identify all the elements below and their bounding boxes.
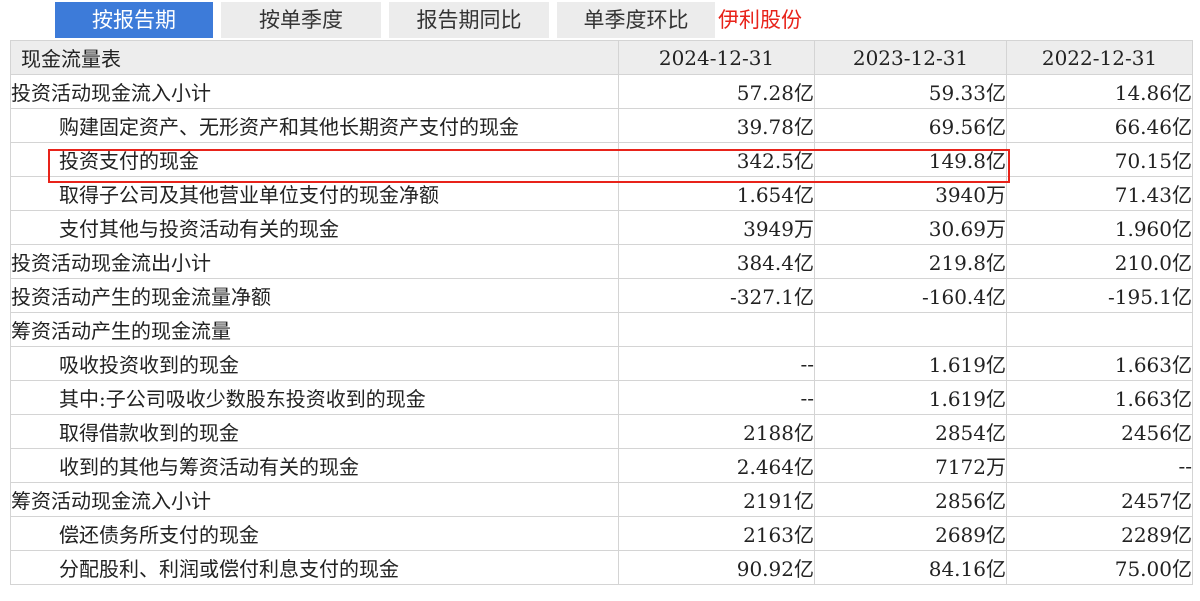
cell-value: 84.16亿 [814, 550, 1007, 585]
row-label: 取得子公司及其他营业单位支付的现金净额 [10, 176, 619, 211]
cell-value: 2163亿 [618, 516, 815, 551]
cell-value: 342.5亿 [618, 142, 815, 177]
cell-value: 70.15亿 [1006, 142, 1193, 177]
column-header[interactable]: 2024-12-31 [618, 40, 815, 75]
cell-value: -- [1006, 448, 1193, 483]
table-row[interactable]: 筹资活动产生的现金流量 [10, 312, 1193, 347]
table-row[interactable]: 分配股利、利润或偿付利息支付的现金 90.92亿 84.16亿 75.00亿 [10, 550, 1193, 585]
cell-value: 2289亿 [1006, 516, 1193, 551]
cell-value: 1.960亿 [1006, 210, 1193, 245]
table-row[interactable]: 收到的其他与筹资活动有关的现金 2.464亿 7172万 -- [10, 448, 1193, 483]
row-label: 投资活动现金流入小计 [10, 74, 619, 109]
cell-value: 59.33亿 [814, 74, 1007, 109]
report-tabs: 按报告期 按单季度 报告期同比 单季度环比 伊利股份 [0, 0, 1200, 40]
column-header[interactable]: 2022-12-31 [1006, 40, 1193, 75]
tab-qoq[interactable]: 单季度环比 [557, 2, 715, 38]
cell-value: 210.0亿 [1006, 244, 1193, 279]
cell-value: -- [618, 380, 815, 415]
cell-value: 1.619亿 [814, 380, 1007, 415]
row-label: 购建固定资产、无形资产和其他长期资产支付的现金 [10, 108, 619, 143]
table-row[interactable]: 吸收投资收到的现金 -- 1.619亿 1.663亿 [10, 346, 1193, 381]
table-row[interactable]: 支付其他与投资活动有关的现金 3949万 30.69万 1.960亿 [10, 210, 1193, 245]
row-label: 投资活动现金流出小计 [10, 244, 619, 279]
cell-value: 71.43亿 [1006, 176, 1193, 211]
cell-value: 2.464亿 [618, 448, 815, 483]
cell-value: 2854亿 [814, 414, 1007, 449]
cell-value: 2856亿 [814, 482, 1007, 517]
tab-yoy[interactable]: 报告期同比 [389, 2, 549, 38]
cell-value: 1.619亿 [814, 346, 1007, 381]
row-label: 吸收投资收到的现金 [10, 346, 619, 381]
cell-value: 2456亿 [1006, 414, 1193, 449]
cell-value: 57.28亿 [618, 74, 815, 109]
cell-value [1006, 312, 1193, 347]
table-row[interactable]: 投资活动现金流出小计 384.4亿 219.8亿 210.0亿 [10, 244, 1193, 279]
cash-flow-table: 现金流量表 2024-12-31 2023-12-31 2022-12-31 投… [10, 40, 1193, 585]
table-row[interactable]: 取得借款收到的现金 2188亿 2854亿 2456亿 [10, 414, 1193, 449]
cell-value: -- [618, 346, 815, 381]
row-label: 筹资活动产生的现金流量 [10, 312, 619, 347]
table-header-row: 现金流量表 2024-12-31 2023-12-31 2022-12-31 [10, 40, 1193, 75]
table-title: 现金流量表 [10, 40, 619, 75]
row-label: 投资活动产生的现金流量净额 [10, 278, 619, 313]
cell-value: 1.663亿 [1006, 380, 1193, 415]
cell-value: 7172万 [814, 448, 1007, 483]
column-header[interactable]: 2023-12-31 [814, 40, 1007, 75]
cell-value: 14.86亿 [1006, 74, 1193, 109]
table-row[interactable]: 投资活动产生的现金流量净额 -327.1亿 -160.4亿 -195.1亿 [10, 278, 1193, 313]
tab-by-report-period[interactable]: 按报告期 [55, 2, 213, 38]
cell-value: 384.4亿 [618, 244, 815, 279]
cell-value: 3940万 [814, 176, 1007, 211]
table-row[interactable]: 筹资活动现金流入小计 2191亿 2856亿 2457亿 [10, 482, 1193, 517]
cell-value: 2188亿 [618, 414, 815, 449]
cell-value: -327.1亿 [618, 278, 815, 313]
row-label: 分配股利、利润或偿付利息支付的现金 [10, 550, 619, 585]
cell-value: 2689亿 [814, 516, 1007, 551]
company-name: 伊利股份 [718, 8, 802, 32]
cell-value: 219.8亿 [814, 244, 1007, 279]
cell-value: 1.654亿 [618, 176, 815, 211]
row-label: 收到的其他与筹资活动有关的现金 [10, 448, 619, 483]
cell-value: -195.1亿 [1006, 278, 1193, 313]
table-row[interactable]: 投资活动现金流入小计 57.28亿 59.33亿 14.86亿 [10, 74, 1193, 109]
cell-value: 75.00亿 [1006, 550, 1193, 585]
cell-value: -160.4亿 [814, 278, 1007, 313]
cell-value: 39.78亿 [618, 108, 815, 143]
row-label: 其中:子公司吸收少数股东投资收到的现金 [10, 380, 619, 415]
table-row[interactable]: 取得子公司及其他营业单位支付的现金净额 1.654亿 3940万 71.43亿 [10, 176, 1193, 211]
table-row[interactable]: 其中:子公司吸收少数股东投资收到的现金 -- 1.619亿 1.663亿 [10, 380, 1193, 415]
cell-value: 3949万 [618, 210, 815, 245]
cell-value: 1.663亿 [1006, 346, 1193, 381]
cell-value: 90.92亿 [618, 550, 815, 585]
table-row[interactable]: 购建固定资产、无形资产和其他长期资产支付的现金 39.78亿 69.56亿 66.46… [10, 108, 1193, 143]
table-row[interactable]: 偿还债务所支付的现金 2163亿 2689亿 2289亿 [10, 516, 1193, 551]
cell-value [618, 312, 815, 347]
cell-value: 66.46亿 [1006, 108, 1193, 143]
row-label: 支付其他与投资活动有关的现金 [10, 210, 619, 245]
row-label: 筹资活动现金流入小计 [10, 482, 619, 517]
cell-value: 30.69万 [814, 210, 1007, 245]
cell-value: 69.56亿 [814, 108, 1007, 143]
row-label: 投资支付的现金 [10, 142, 619, 177]
cell-value: 2457亿 [1006, 482, 1193, 517]
cell-value: 2191亿 [618, 482, 815, 517]
tab-by-quarter[interactable]: 按单季度 [221, 2, 381, 38]
row-label: 取得借款收到的现金 [10, 414, 619, 449]
table-row[interactable]: 投资支付的现金 342.5亿 149.8亿 70.15亿 [10, 142, 1193, 177]
cell-value [814, 312, 1007, 347]
row-label: 偿还债务所支付的现金 [10, 516, 619, 551]
cell-value: 149.8亿 [814, 142, 1007, 177]
